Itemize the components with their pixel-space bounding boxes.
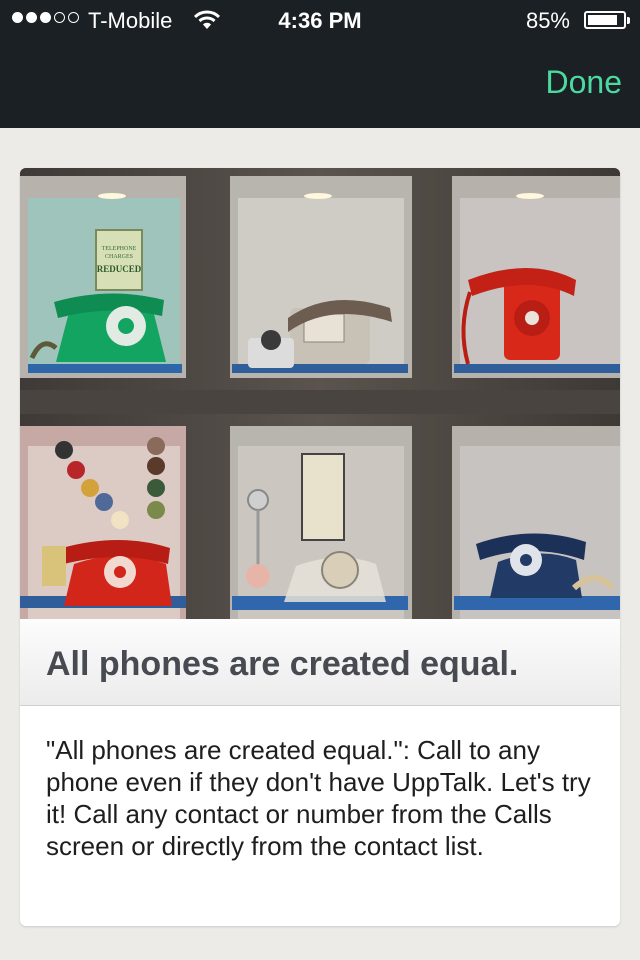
- sign-text-3: REDUCED: [97, 264, 142, 274]
- battery-fill: [588, 15, 617, 25]
- card-description: "All phones are created equal.": Call to…: [46, 735, 591, 861]
- battery-percent: 85%: [525, 8, 570, 33]
- card-title: All phones are created equal.: [46, 645, 519, 683]
- display-box-red-phone-2: [20, 426, 186, 619]
- display-box-clear-phone: [230, 426, 412, 619]
- card-title-bar: All phones are created equal.: [20, 619, 620, 706]
- display-box-red-phone: [452, 176, 620, 378]
- display-box-blue-phone: [452, 426, 620, 619]
- sign-text-2: CHARGES: [105, 254, 133, 260]
- battery-nub: [627, 17, 630, 24]
- done-button[interactable]: Done: [546, 64, 623, 101]
- battery-icon: [584, 11, 630, 29]
- display-box-beige-phone: [230, 176, 412, 378]
- sign-text-1: TELEPHONE: [102, 246, 137, 252]
- feature-card: TELEPHONE CHARGES REDUCED All phones are…: [20, 168, 620, 926]
- phones-display-photo: TELEPHONE CHARGES REDUCED: [20, 168, 620, 619]
- status-bar: T-Mobile 4:36 PM 85%: [0, 0, 640, 40]
- display-box-green-phone: TELEPHONE CHARGES REDUCED: [20, 176, 186, 378]
- navigation-bar: Done: [0, 40, 640, 128]
